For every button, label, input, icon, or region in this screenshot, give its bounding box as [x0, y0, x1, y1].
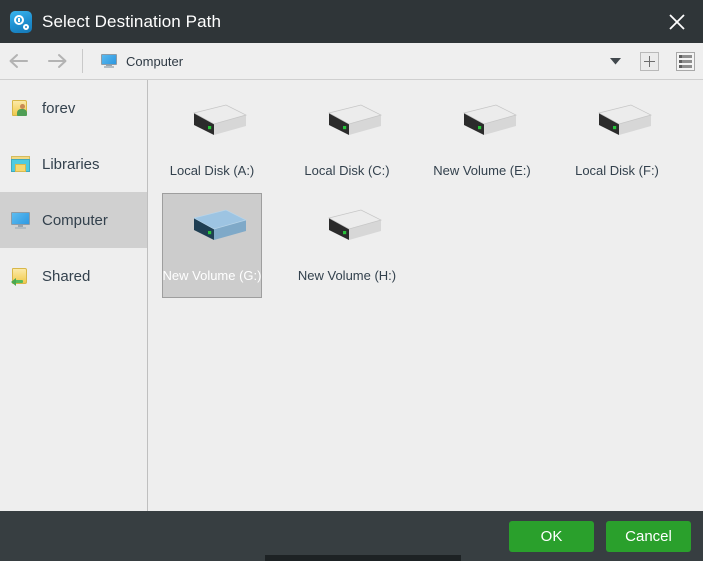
dialog-footer: OK Cancel [0, 511, 703, 561]
drive-grid: Local Disk (A:) Local Disk (C:) [148, 80, 703, 298]
dialog-body: forev Libraries Comput [0, 80, 703, 511]
drive-label: New Volume (H:) [298, 268, 396, 283]
hard-drive-icon [176, 101, 248, 149]
drive-label: Local Disk (F:) [575, 163, 659, 178]
drive-tile-e[interactable]: New Volume (E:) [432, 88, 532, 193]
sidebar-item-shared[interactable]: Shared [0, 248, 147, 304]
file-browser-pane: Local Disk (A:) Local Disk (C:) [148, 80, 703, 511]
sidebar-item-libraries[interactable]: Libraries [0, 136, 147, 192]
view-mode-button[interactable] [667, 43, 703, 79]
drive-label: Local Disk (C:) [304, 163, 389, 178]
drive-label: New Volume (G:) [163, 268, 262, 283]
sidebar-item-forev[interactable]: forev [0, 80, 147, 136]
address-bar[interactable]: Computer [89, 48, 599, 74]
toolbar-divider [82, 49, 83, 73]
shared-folder-icon [10, 266, 32, 286]
ok-button[interactable]: OK [509, 521, 594, 552]
libraries-folder-icon [10, 154, 32, 174]
sidebar-item-label: Computer [42, 212, 108, 229]
forward-arrow-icon[interactable] [38, 43, 76, 79]
user-folder-icon [10, 98, 32, 118]
places-sidebar: forev Libraries Comput [0, 80, 148, 511]
background-window-strip [265, 555, 461, 561]
window-title: Select Destination Path [42, 12, 221, 32]
hard-drive-icon [311, 101, 383, 149]
drive-tile-a[interactable]: Local Disk (A:) [162, 88, 262, 193]
monitor-icon [101, 54, 117, 68]
list-view-icon [676, 52, 695, 71]
hard-drive-icon [446, 101, 518, 149]
drive-tile-f[interactable]: Local Disk (F:) [567, 88, 667, 193]
hard-drive-icon [581, 101, 653, 149]
sidebar-item-label: Libraries [42, 156, 100, 173]
sidebar-item-label: forev [42, 100, 75, 117]
clock-gear-icon [10, 11, 32, 33]
navigation-toolbar: Computer [0, 43, 703, 80]
plus-icon [640, 52, 659, 71]
close-icon[interactable] [651, 0, 703, 43]
select-destination-path-dialog: Select Destination Path [0, 0, 703, 561]
sidebar-item-computer[interactable]: Computer [0, 192, 147, 248]
drive-tile-h[interactable]: New Volume (H:) [297, 193, 397, 298]
drive-label: Local Disk (A:) [170, 163, 255, 178]
drive-label: New Volume (E:) [433, 163, 531, 178]
monitor-icon [10, 210, 32, 230]
breadcrumb: Computer [126, 54, 183, 69]
sidebar-item-label: Shared [42, 268, 90, 285]
title-bar: Select Destination Path [0, 0, 703, 43]
drive-tile-c[interactable]: Local Disk (C:) [297, 88, 397, 193]
hard-drive-icon [176, 206, 248, 254]
drive-tile-g[interactable]: New Volume (G:) [162, 193, 262, 298]
cancel-button[interactable]: Cancel [606, 521, 691, 552]
chevron-down-icon[interactable] [599, 43, 631, 79]
new-folder-button[interactable] [631, 43, 667, 79]
back-arrow-icon[interactable] [0, 43, 38, 79]
hard-drive-icon [311, 206, 383, 254]
